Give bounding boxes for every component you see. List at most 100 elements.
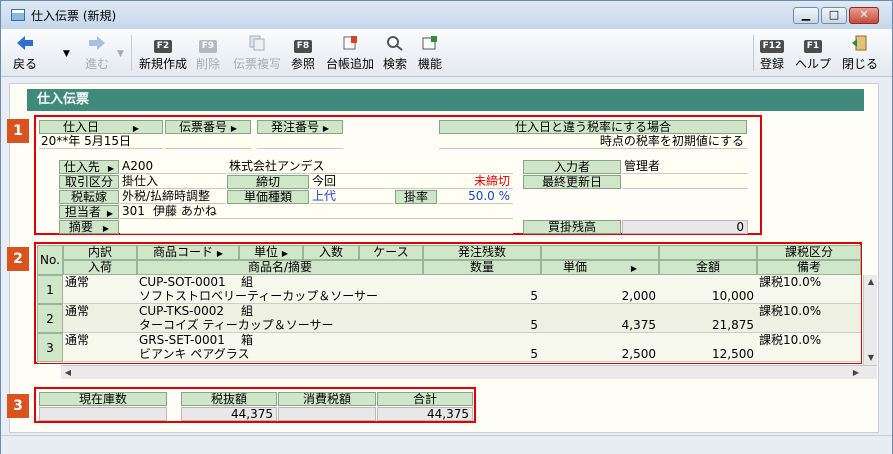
row-number[interactable]: 2 bbox=[37, 304, 63, 333]
trade-type-label: 取引区分 bbox=[59, 175, 119, 189]
new-label: 新規作成 bbox=[138, 57, 187, 71]
purchase-date-field[interactable]: 20**年 5月15日 bbox=[39, 135, 163, 149]
cutoff-field[interactable]: 今回 bbox=[310, 175, 386, 189]
row-tax[interactable]: 課税10.0% bbox=[759, 305, 821, 318]
tax-rate-option[interactable]: 時点の税率を初期値にする bbox=[439, 135, 747, 149]
search-label: 検索 bbox=[382, 57, 407, 71]
row-amount[interactable]: 12,500 bbox=[659, 348, 757, 361]
row-code[interactable]: CUP-TKS-0002 bbox=[139, 305, 224, 318]
row-type[interactable]: 通常 bbox=[65, 305, 89, 318]
badge-1: 1 bbox=[7, 119, 29, 143]
f1-key-icon: F1 bbox=[803, 40, 823, 53]
f2-key-icon: F2 bbox=[153, 40, 173, 53]
scroll-right-icon[interactable]: ▶ bbox=[849, 366, 863, 380]
memo-field[interactable] bbox=[120, 220, 513, 234]
entry-user-label: 入力者 bbox=[523, 160, 621, 174]
rate-field[interactable]: 50.0 % bbox=[438, 190, 513, 204]
row-price[interactable]: 2,000 bbox=[541, 290, 659, 303]
total-value: 44,375 bbox=[377, 407, 473, 421]
supplier-label: 仕入先 ▶ bbox=[59, 160, 119, 174]
copy-slip-button[interactable]: 伝票複写 bbox=[229, 35, 285, 72]
scroll-up-icon[interactable]: ▲ bbox=[864, 275, 878, 289]
badge-2: 2 bbox=[7, 247, 29, 271]
col-unit-header[interactable]: 単位 ▶ bbox=[239, 245, 303, 260]
payable-balance-label: 買掛残高 bbox=[523, 220, 621, 234]
search-button[interactable]: 検索 bbox=[381, 35, 409, 72]
row-tax[interactable]: 課税10.0% bbox=[759, 334, 821, 347]
back-dropdown-icon[interactable]: ▼ bbox=[63, 49, 70, 59]
row-tax[interactable]: 課税10.0% bbox=[759, 276, 821, 289]
back-button[interactable]: 戻る bbox=[7, 35, 43, 72]
row-code[interactable]: CUP-SOT-0001 bbox=[139, 276, 226, 289]
col-blank-header bbox=[659, 245, 757, 260]
col-tax-header: 課税区分 bbox=[757, 245, 861, 260]
row-name[interactable]: ソフトストロベリーティーカップ＆ソーサー bbox=[139, 290, 378, 303]
col-code-header[interactable]: 商品コード ▶ bbox=[137, 245, 239, 260]
scroll-left-icon[interactable]: ◀ bbox=[61, 366, 75, 380]
row-number[interactable]: 1 bbox=[37, 275, 63, 304]
row-qty[interactable]: 5 bbox=[423, 290, 541, 303]
row-price[interactable]: 2,500 bbox=[541, 348, 659, 361]
new-button[interactable]: F2 新規作成 bbox=[137, 35, 189, 72]
staff-name-field[interactable]: 伊藤 あかね bbox=[151, 205, 513, 219]
maximize-button[interactable]: □ bbox=[821, 7, 847, 24]
function-label: 機能 bbox=[417, 57, 442, 71]
row-type[interactable]: 通常 bbox=[65, 276, 89, 289]
row-qty[interactable]: 5 bbox=[423, 348, 541, 361]
col-type-header: 内訳 bbox=[63, 245, 137, 260]
order-no-field[interactable] bbox=[257, 135, 343, 149]
delete-button[interactable]: F9 削除 bbox=[193, 35, 223, 72]
function-icon bbox=[415, 35, 445, 53]
staff-label: 担当者 ▶ bbox=[59, 205, 119, 219]
close-window-button[interactable]: ✕ bbox=[849, 7, 879, 24]
col-arrival-header: 入荷 bbox=[63, 260, 137, 275]
row-name[interactable]: ビアンキ ペアグラス bbox=[139, 348, 250, 361]
row-name[interactable]: ターコイズ ティーカップ＆ソーサー bbox=[139, 319, 334, 332]
f9-key-icon: F9 bbox=[198, 40, 218, 53]
staff-code-field[interactable]: 301 bbox=[120, 205, 150, 219]
tax-amount-label: 消費税額 bbox=[278, 392, 376, 406]
trade-type-field[interactable]: 掛仕入 bbox=[120, 175, 226, 189]
row-amount[interactable]: 21,875 bbox=[659, 319, 757, 332]
supplier-code-field[interactable]: A200 bbox=[120, 160, 226, 174]
order-no-label: 発注番号 ▶ bbox=[257, 120, 343, 134]
forward-button[interactable]: 進む bbox=[79, 35, 115, 72]
register-button[interactable]: F12 登録 bbox=[757, 35, 787, 72]
row-type[interactable]: 通常 bbox=[65, 334, 89, 347]
col-no-header: No. bbox=[37, 245, 63, 275]
forward-dropdown-icon[interactable]: ▼ bbox=[117, 49, 124, 59]
window-title: 仕入伝票 (新規) bbox=[31, 9, 117, 23]
back-arrow-icon bbox=[7, 35, 43, 53]
col-order-remaining-header: 発注残数 bbox=[423, 245, 541, 260]
close-button[interactable]: 閉じる bbox=[839, 35, 881, 72]
subtotal-label: 税抜額 bbox=[181, 392, 277, 406]
row-price[interactable]: 4,375 bbox=[541, 319, 659, 332]
row-unit[interactable]: 箱 bbox=[241, 334, 253, 347]
scroll-down-icon[interactable]: ▼ bbox=[864, 351, 878, 365]
horizontal-scrollbar[interactable]: ◀ ▶ bbox=[61, 365, 877, 379]
supplier-name-field[interactable]: 株式会社アンデス bbox=[227, 160, 513, 174]
row-unit[interactable]: 組 bbox=[241, 305, 253, 318]
vertical-scrollbar[interactable]: ▲ ▼ bbox=[863, 275, 877, 365]
row-amount[interactable]: 10,000 bbox=[659, 290, 757, 303]
close-label: 閉じる bbox=[841, 57, 878, 71]
function-button[interactable]: 機能 bbox=[415, 35, 445, 72]
col-price-header[interactable]: 単価 ▶ bbox=[541, 260, 659, 275]
unit-price-type-field[interactable]: 上代 bbox=[310, 190, 394, 204]
reference-button[interactable]: F8 参照 bbox=[289, 35, 317, 72]
row-code[interactable]: GRS-SET-0001 bbox=[139, 334, 225, 347]
help-button[interactable]: F1 ヘルプ bbox=[793, 35, 833, 72]
slip-no-field[interactable] bbox=[165, 135, 251, 149]
delete-label: 削除 bbox=[195, 57, 220, 71]
tax-transfer-label: 税転嫁 bbox=[59, 190, 119, 204]
row-number[interactable]: 3 bbox=[37, 333, 63, 362]
minimize-button[interactable]: ▁ bbox=[793, 7, 819, 24]
row-unit[interactable]: 組 bbox=[241, 276, 253, 289]
ledger-add-button[interactable]: 台帳追加 bbox=[323, 35, 377, 72]
row-qty[interactable]: 5 bbox=[423, 319, 541, 332]
tax-transfer-field[interactable]: 外税/払締時調整 bbox=[120, 190, 226, 204]
f12-key-icon: F12 bbox=[759, 40, 785, 53]
rate-label: 掛率 bbox=[395, 190, 437, 204]
forward-label: 進む bbox=[84, 57, 109, 71]
col-case-header: ケース bbox=[359, 245, 423, 260]
